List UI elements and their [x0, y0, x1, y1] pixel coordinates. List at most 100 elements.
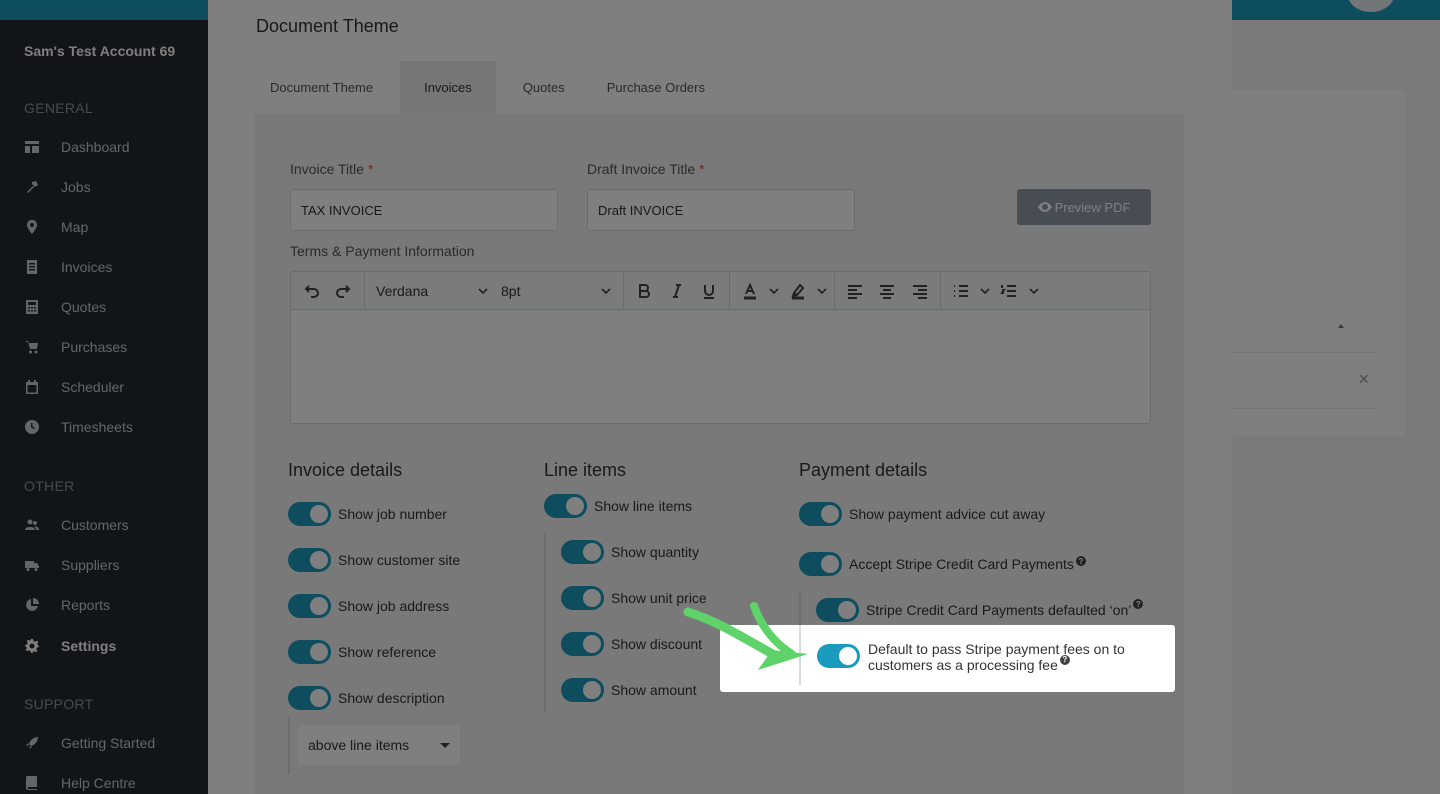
- book-icon: [24, 775, 40, 791]
- chevron-down-icon[interactable]: [1029, 286, 1039, 296]
- tab-document-theme[interactable]: Document Theme: [255, 61, 388, 113]
- align-right-icon[interactable]: [908, 279, 932, 303]
- divider: [1232, 352, 1376, 353]
- help-icon[interactable]: ?: [1075, 556, 1086, 566]
- pass-fees-label: Default to pass Stripe payment fees on t…: [868, 641, 1125, 673]
- clock-icon: [24, 419, 40, 435]
- toggle-show-reference[interactable]: Show reference: [288, 640, 436, 664]
- sidebar-item-label: Getting Started: [61, 735, 156, 751]
- toggle-show-customer-site[interactable]: Show customer site: [288, 548, 460, 572]
- align-left-icon[interactable]: [843, 279, 867, 303]
- toggle-switch: [561, 540, 604, 564]
- sidebar-item-jobs[interactable]: Jobs: [24, 175, 204, 199]
- toggle-show-line-items[interactable]: Show line items: [544, 494, 692, 518]
- redo-icon[interactable]: [332, 279, 356, 303]
- tab-purchase-orders[interactable]: Purchase Orders: [592, 61, 720, 113]
- help-icon[interactable]: ?: [1133, 599, 1144, 609]
- toggle-show-job-address[interactable]: Show job address: [288, 594, 449, 618]
- sidebar-item-help-centre[interactable]: Help Centre: [24, 771, 204, 794]
- toggle-switch: [288, 640, 331, 664]
- sidebar-item-settings[interactable]: Settings: [24, 634, 204, 658]
- toggle-show-payment-advice[interactable]: Show payment advice cut away: [799, 502, 1045, 526]
- toggle-show-amount[interactable]: Show amount: [561, 678, 697, 702]
- underline-icon[interactable]: [697, 279, 721, 303]
- sidebar-item-quotes[interactable]: Quotes: [24, 295, 204, 319]
- toggle-pass-stripe-fees[interactable]: Default to pass Stripe payment fees on t…: [817, 641, 1138, 673]
- cart-icon: [24, 339, 40, 355]
- align-center-icon[interactable]: [875, 279, 899, 303]
- invoice-details-title: Invoice details: [288, 460, 403, 480]
- avatar[interactable]: [1348, 0, 1394, 12]
- sidebar-item-label: Reports: [61, 597, 111, 613]
- sidebar-item-label: Dashboard: [61, 139, 130, 155]
- italic-icon[interactable]: [665, 279, 689, 303]
- help-icon[interactable]: ?: [1059, 655, 1070, 665]
- invoice-icon: [24, 259, 40, 275]
- map-pin-icon: [24, 219, 40, 235]
- dashboard-icon: [24, 139, 40, 155]
- toggle-switch: [799, 552, 842, 576]
- numbered-list-icon[interactable]: [997, 279, 1021, 303]
- invoice-title-field[interactable]: [290, 189, 558, 231]
- terms-editor[interactable]: Verdana 8pt: [290, 271, 1151, 424]
- tab-quotes[interactable]: Quotes: [508, 61, 580, 113]
- chevron-down-icon[interactable]: [980, 286, 990, 296]
- eye-icon: [1037, 202, 1052, 212]
- close-icon: ✕: [1358, 371, 1370, 387]
- toggle-show-quantity[interactable]: Show quantity: [561, 540, 699, 564]
- font-family-select[interactable]: Verdana: [376, 279, 490, 303]
- font-size-select[interactable]: 8pt: [501, 279, 613, 303]
- invoice-title-label: Invoice Title *: [290, 161, 374, 177]
- sidebar-item-label: Suppliers: [61, 557, 120, 573]
- sidebar-item-label: Invoices: [61, 259, 113, 275]
- toggle-accept-stripe-payments[interactable]: Accept Stripe Credit Card Payments?: [799, 552, 1086, 576]
- bold-icon[interactable]: [632, 279, 656, 303]
- account-name[interactable]: Sam's Test Account 69: [24, 43, 175, 59]
- annotation-arrow-icon: [683, 602, 808, 670]
- undo-icon[interactable]: [299, 279, 323, 303]
- preview-pdf-button[interactable]: Preview PDF: [1017, 189, 1151, 225]
- chevron-down-icon[interactable]: [769, 286, 779, 296]
- chevron-down-icon[interactable]: [817, 286, 827, 296]
- sort-arrow-icon: [1338, 324, 1344, 328]
- divider: [1232, 408, 1376, 409]
- toggle-switch: [799, 502, 842, 526]
- payment-details-title: Payment details: [799, 460, 928, 480]
- hammer-icon: [24, 179, 40, 195]
- chevron-down-icon: [478, 288, 488, 295]
- terms-label: Terms & Payment Information: [290, 243, 475, 259]
- tab-invoices[interactable]: Invoices: [400, 61, 496, 113]
- sidebar: Sam's Test Account 69 GENERAL Dashboard …: [0, 20, 208, 794]
- sidebar-item-map[interactable]: Map: [24, 215, 204, 239]
- other-heading: OTHER: [24, 478, 75, 494]
- sidebar-item-label: Settings: [61, 638, 117, 654]
- bullet-list-icon[interactable]: [949, 279, 973, 303]
- highlight-color-icon[interactable]: [786, 279, 810, 303]
- sidebar-item-dashboard[interactable]: Dashboard: [24, 135, 204, 159]
- toggle-stripe-defaulted-on[interactable]: Stripe Credit Card Payments defaulted ‘o…: [816, 598, 1144, 622]
- toggle-switch: [816, 598, 859, 622]
- toggle-show-description[interactable]: Show description: [288, 686, 445, 710]
- background-card: ✕: [1232, 90, 1405, 436]
- sidebar-item-suppliers[interactable]: Suppliers: [24, 553, 204, 577]
- sidebar-item-getting-started[interactable]: Getting Started: [24, 731, 204, 755]
- tab-bar: Document Theme Invoices Quotes Purchase …: [255, 61, 732, 113]
- caret-down-icon: [440, 743, 450, 748]
- general-heading: GENERAL: [24, 100, 94, 116]
- indent-line: [544, 532, 546, 712]
- chevron-down-icon: [601, 288, 611, 295]
- draft-invoice-title-field[interactable]: [587, 189, 855, 231]
- gear-icon: [24, 638, 40, 654]
- sidebar-item-timesheets[interactable]: Timesheets: [24, 415, 204, 439]
- toggle-switch: [561, 678, 604, 702]
- sidebar-item-customers[interactable]: Customers: [24, 513, 204, 537]
- description-position-select[interactable]: above line items: [298, 725, 460, 765]
- sidebar-item-scheduler[interactable]: Scheduler: [24, 375, 204, 399]
- sidebar-item-reports[interactable]: Reports: [24, 593, 204, 617]
- toggle-switch: [561, 632, 604, 656]
- sidebar-item-label: Customers: [61, 517, 129, 533]
- sidebar-item-invoices[interactable]: Invoices: [24, 255, 204, 279]
- text-color-icon[interactable]: [738, 279, 762, 303]
- toggle-show-job-number[interactable]: Show job number: [288, 502, 447, 526]
- sidebar-item-purchases[interactable]: Purchases: [24, 335, 204, 359]
